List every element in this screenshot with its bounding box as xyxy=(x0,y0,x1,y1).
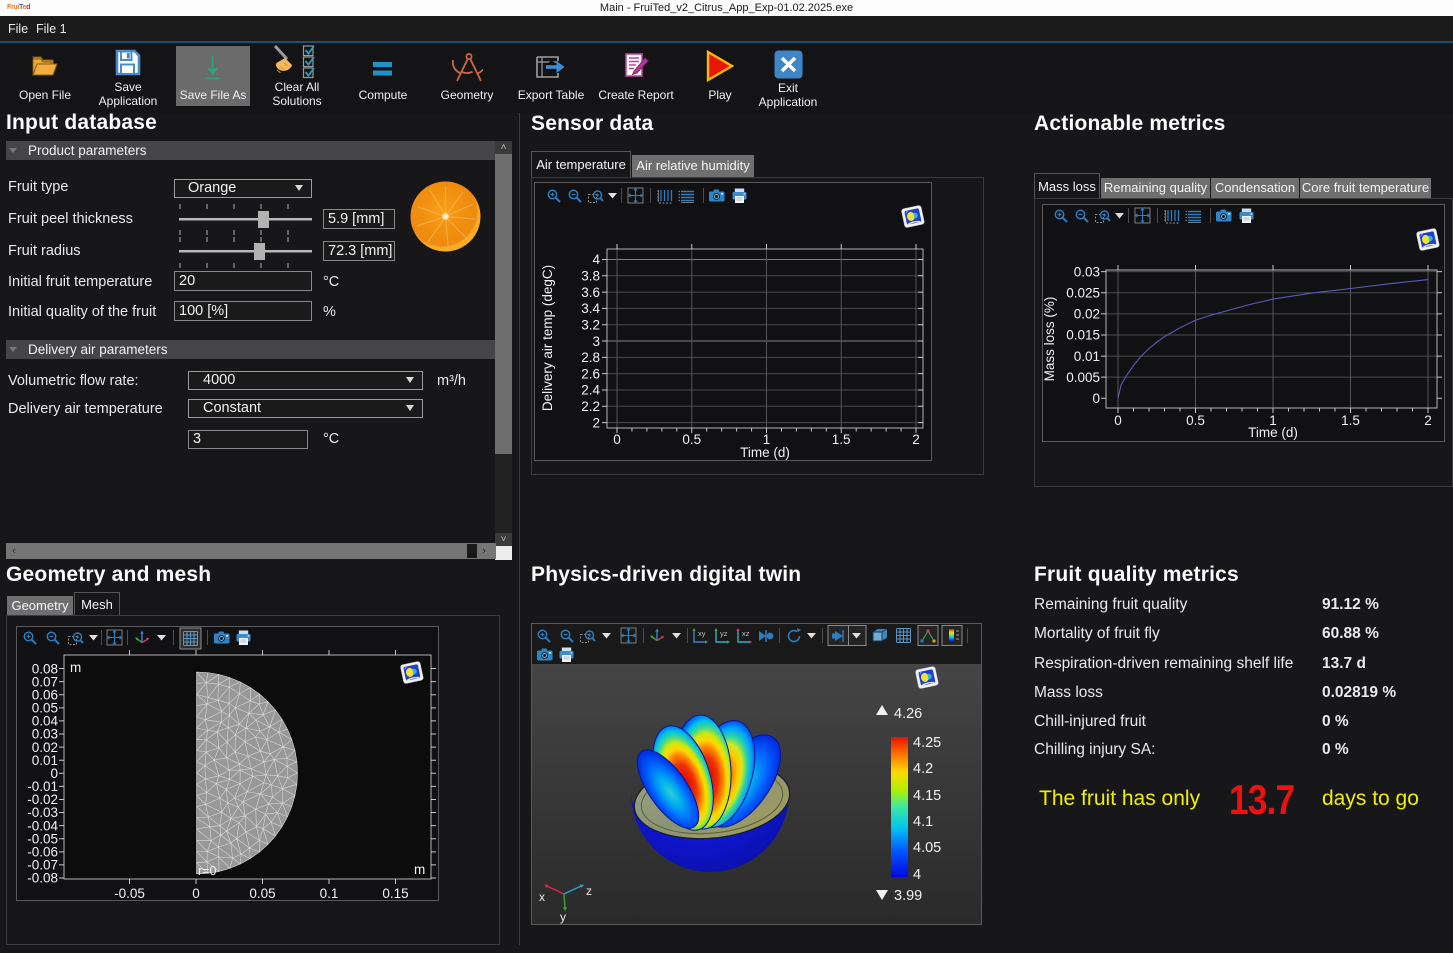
svg-text:3.6: 3.6 xyxy=(581,285,600,300)
svg-text:2.4: 2.4 xyxy=(581,383,600,398)
svg-text:0.03: 0.03 xyxy=(1074,264,1100,279)
svg-text:-0.05: -0.05 xyxy=(114,886,145,901)
svg-text:0.05: 0.05 xyxy=(32,701,58,716)
svg-text:0.5: 0.5 xyxy=(682,432,701,447)
svg-text:2.2: 2.2 xyxy=(581,399,600,414)
svg-text:0.05: 0.05 xyxy=(249,886,275,901)
svg-text:Delivery air temp (degC): Delivery air temp (degC) xyxy=(540,265,555,411)
svg-text:r=0: r=0 xyxy=(198,864,216,878)
svg-text:0.07: 0.07 xyxy=(32,674,58,689)
svg-text:-0.01: -0.01 xyxy=(27,779,58,794)
svg-text:4: 4 xyxy=(592,252,600,267)
svg-text:yz: yz xyxy=(720,629,728,638)
svg-text:-0.06: -0.06 xyxy=(27,845,58,860)
svg-text:-0.05: -0.05 xyxy=(27,831,58,846)
svg-text:xy: xy xyxy=(698,629,706,638)
svg-text:0.1: 0.1 xyxy=(320,886,339,901)
svg-text:z: z xyxy=(586,884,592,898)
svg-text:-0.08: -0.08 xyxy=(27,871,58,886)
svg-text:3: 3 xyxy=(592,334,600,349)
svg-text:m: m xyxy=(70,660,81,675)
svg-text:2: 2 xyxy=(592,415,600,430)
svg-text:4.25: 4.25 xyxy=(913,735,941,751)
svg-text:4.05: 4.05 xyxy=(913,840,941,856)
svg-text:0.01: 0.01 xyxy=(1074,349,1100,364)
svg-text:4.1: 4.1 xyxy=(913,814,933,830)
svg-text:4.15: 4.15 xyxy=(913,788,941,804)
svg-text:-0.04: -0.04 xyxy=(27,818,58,833)
svg-text:0.15: 0.15 xyxy=(382,886,408,901)
svg-text:2.6: 2.6 xyxy=(581,366,600,381)
svg-text:0.06: 0.06 xyxy=(32,687,58,702)
svg-text:0.025: 0.025 xyxy=(1066,285,1100,300)
svg-text:0.04: 0.04 xyxy=(32,714,59,729)
svg-text:3.4: 3.4 xyxy=(581,301,600,316)
svg-text:-0.07: -0.07 xyxy=(27,858,58,873)
svg-text:0.02: 0.02 xyxy=(1074,307,1100,322)
svg-text:3.8: 3.8 xyxy=(581,269,600,284)
svg-text:xz: xz xyxy=(742,629,750,638)
svg-text:Mass loss (%): Mass loss (%) xyxy=(1042,297,1057,382)
svg-text:y: y xyxy=(560,910,566,924)
svg-text:0: 0 xyxy=(1092,391,1100,406)
svg-text:Time (d): Time (d) xyxy=(1248,425,1298,440)
svg-text:3.2: 3.2 xyxy=(581,317,600,332)
svg-text:3.99: 3.99 xyxy=(894,888,922,904)
svg-text:0.5: 0.5 xyxy=(1186,413,1205,428)
svg-text:4: 4 xyxy=(913,867,921,883)
svg-text:0.08: 0.08 xyxy=(32,661,58,676)
svg-text:x: x xyxy=(539,890,545,904)
svg-text:0: 0 xyxy=(50,766,58,781)
svg-text:0.005: 0.005 xyxy=(1066,370,1100,385)
svg-text:1.5: 1.5 xyxy=(1341,413,1360,428)
svg-text:0.03: 0.03 xyxy=(32,727,58,742)
svg-text:0.015: 0.015 xyxy=(1066,328,1100,343)
svg-text:0: 0 xyxy=(1114,413,1122,428)
svg-text:2: 2 xyxy=(1424,413,1432,428)
svg-text:m: m xyxy=(414,862,425,877)
svg-text:2.8: 2.8 xyxy=(581,350,600,365)
svg-text:0.02: 0.02 xyxy=(32,740,58,755)
svg-text:4.26: 4.26 xyxy=(894,706,922,722)
svg-text:4.2: 4.2 xyxy=(913,761,933,777)
svg-text:-0.03: -0.03 xyxy=(27,805,58,820)
svg-text:Time (d): Time (d) xyxy=(740,445,790,460)
svg-text:0.01: 0.01 xyxy=(32,753,58,768)
svg-text:0: 0 xyxy=(613,432,621,447)
svg-text:2: 2 xyxy=(912,432,920,447)
svg-text:-0.02: -0.02 xyxy=(27,792,58,807)
svg-text:0: 0 xyxy=(192,886,200,901)
svg-text:1.5: 1.5 xyxy=(832,432,851,447)
